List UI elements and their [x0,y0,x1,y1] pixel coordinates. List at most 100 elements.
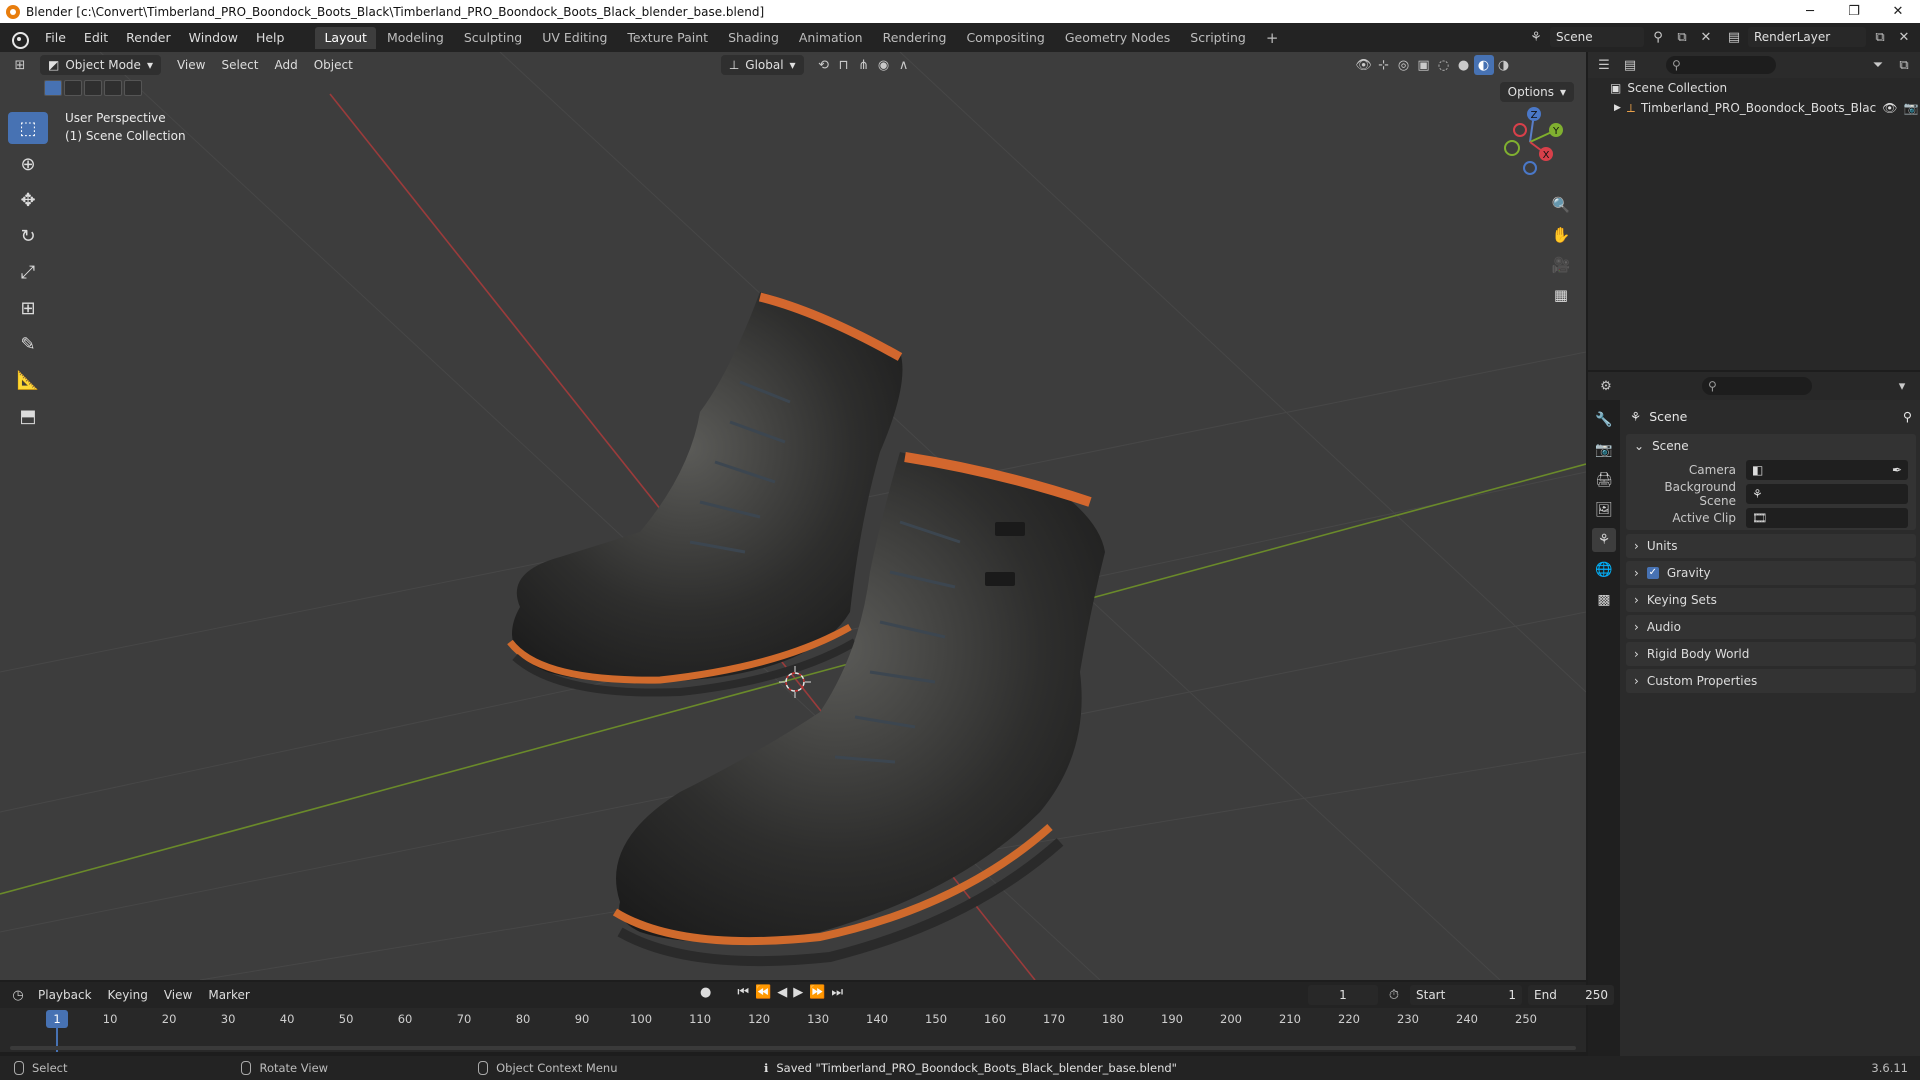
menu-keying[interactable]: Keying [102,988,154,1002]
play-icon[interactable]: ▶ [793,985,803,1000]
options-dropdown[interactable]: Options ▾ [1499,82,1574,102]
mode-dropdown[interactable]: ◩ Object Mode ▾ [40,55,161,75]
gizmo-toggle-icon[interactable]: ⊹ [1374,55,1394,75]
output-tab-icon[interactable]: 🖨 [1592,468,1616,492]
tab-compositing[interactable]: Compositing [957,27,1053,49]
properties-search-input[interactable]: ⚲ [1702,377,1812,395]
rotate-tool-icon[interactable]: ↻ [8,220,48,252]
close-button[interactable]: ✕ [1876,0,1920,23]
scene-name-field[interactable]: Scene [1550,27,1644,47]
start-frame-field[interactable]: Start 1 [1410,985,1522,1005]
select-intersect-icon[interactable] [124,80,142,96]
measure-tool-icon[interactable]: 📐 [8,364,48,396]
scale-tool-icon[interactable]: ⤢ [8,256,48,288]
select-extend-icon[interactable] [64,80,82,96]
tab-geometry-nodes[interactable]: Geometry Nodes [1056,27,1179,49]
record-icon[interactable]: ● [700,985,711,1000]
select-invert-icon[interactable] [104,80,122,96]
texture-tab-icon[interactable]: ▩ [1592,588,1616,612]
editor-type-icon[interactable]: ⊞ [10,55,30,75]
snap-icon[interactable]: ⊓ [834,55,854,75]
prev-keyframe-icon[interactable]: ⏪ [755,985,771,1000]
menu-marker[interactable]: Marker [202,988,255,1002]
menu-window[interactable]: Window [180,23,247,52]
tab-rendering[interactable]: Rendering [874,27,956,49]
properties-editor-icon[interactable]: ⚙ [1596,376,1616,396]
cursor-tool-icon[interactable]: ⊕ [8,148,48,180]
camera-render-icon[interactable]: 📷 [1903,101,1918,115]
expand-arrow-icon[interactable]: ▶ [1614,103,1621,113]
scene-panel-header[interactable]: ⌄ Scene [1626,434,1916,458]
minimize-button[interactable]: ─ [1788,0,1832,23]
menu-help[interactable]: Help [247,23,294,52]
outliner-item-boots[interactable]: ▶ ⟂ Timberland_PRO_Boondock_Boots_Blac 👁… [1588,98,1920,118]
pin-icon[interactable]: ⚲ [1903,409,1912,424]
tab-layout[interactable]: Layout [315,26,376,49]
stopwatch-icon[interactable]: ⏱ [1384,985,1404,1005]
menu-view[interactable]: View [169,58,213,72]
maximize-button[interactable]: ❐ [1832,0,1876,23]
keying-sets-panel[interactable]: › Keying Sets [1626,588,1916,612]
select-new-icon[interactable] [44,80,62,96]
render-layer-field[interactable]: RenderLayer [1748,27,1866,47]
view-layer-tab-icon[interactable]: 🖼 [1592,498,1616,522]
delete-scene-icon[interactable]: ✕ [1696,27,1716,47]
gravity-checkbox[interactable]: ✓ [1646,567,1659,579]
overlay-toggle-icon[interactable]: ◎ [1394,55,1414,75]
3d-viewport[interactable]: ⊞ ◩ Object Mode ▾ View Select Add Object… [0,52,1586,980]
new-collection-icon[interactable]: ⧉ [1894,55,1914,75]
wireframe-shading-icon[interactable]: ◌ [1434,55,1454,75]
blender-logo-icon[interactable] [10,29,29,49]
falloff-icon[interactable]: ∧ [894,55,914,75]
tab-modeling[interactable]: Modeling [378,27,453,49]
tab-animation[interactable]: Animation [790,27,872,49]
world-tab-icon[interactable]: 🌐 [1592,558,1616,582]
frame-ruler[interactable]: 1 10 20 30 40 50 60 70 80 90 100 110 120 130 140 150 16… [0,1008,1586,1052]
outliner-search-input[interactable]: ⚲ [1666,56,1776,74]
boot-left[interactable] [507,292,903,697]
delete-layer-icon[interactable]: ✕ [1894,27,1914,47]
render-layer-icon[interactable]: ▤ [1724,27,1744,47]
pan-hand-icon[interactable]: ✋ [1548,224,1574,246]
outliner-scene-collection[interactable]: ▣ Scene Collection [1588,78,1920,98]
xray-icon[interactable]: ▣ [1414,55,1434,75]
filter-icon[interactable]: ⏷ [1868,55,1888,75]
menu-object[interactable]: Object [306,58,361,72]
camera-field[interactable]: ◧ ✒ [1746,460,1908,480]
tab-sculpting[interactable]: Sculpting [455,27,531,49]
solid-shading-icon[interactable]: ● [1454,55,1474,75]
proportional-edit-icon[interactable]: ◉ [874,55,894,75]
tab-uv-editing[interactable]: UV Editing [533,27,616,49]
playhead-frame[interactable]: 1 [46,1010,68,1028]
move-tool-icon[interactable]: ✥ [8,184,48,216]
scene-tab-icon[interactable]: ⚘ [1592,528,1616,552]
audio-panel[interactable]: › Audio [1626,615,1916,639]
menu-add[interactable]: Add [266,58,305,72]
transform-tool-icon[interactable]: ⊞ [8,292,48,324]
custom-properties-panel[interactable]: › Custom Properties [1626,669,1916,693]
tab-scripting[interactable]: Scripting [1181,27,1255,49]
snap-target-icon[interactable]: ⋔ [854,55,874,75]
add-cube-tool-icon[interactable]: ⬒ [8,400,48,432]
rendered-shading-icon[interactable]: ◑ [1494,55,1514,75]
pivot-point-icon[interactable]: ⟲ [814,55,834,75]
next-keyframe-icon[interactable]: ⏩ [809,985,825,1000]
units-panel[interactable]: › Units [1626,534,1916,558]
display-mode-icon[interactable]: ▤ [1620,55,1640,75]
tab-shading[interactable]: Shading [719,27,788,49]
chevron-down-icon[interactable]: ▾ [1892,376,1912,396]
gravity-panel[interactable]: › ✓ Gravity [1626,561,1916,585]
outliner-editor-icon[interactable]: ☰ [1594,55,1614,75]
menu-edit[interactable]: Edit [75,23,117,52]
eyedropper-icon[interactable]: ✒ [1892,463,1902,477]
rigid-body-world-panel[interactable]: › Rigid Body World [1626,642,1916,666]
current-frame-field[interactable]: 1 [1308,985,1378,1005]
tab-texture-paint[interactable]: Texture Paint [618,27,717,49]
menu-render[interactable]: Render [117,23,180,52]
background-scene-field[interactable]: ⚘ [1746,484,1908,504]
jump-start-icon[interactable]: ⏮ [737,985,749,1000]
zoom-icon[interactable]: 🔍 [1548,194,1574,216]
camera-view-icon[interactable]: 🎥 [1548,254,1574,276]
transform-orientation-dropdown[interactable]: ⊥ Global ▾ [720,55,804,75]
tool-tab-icon[interactable]: 🔧 [1592,408,1616,432]
